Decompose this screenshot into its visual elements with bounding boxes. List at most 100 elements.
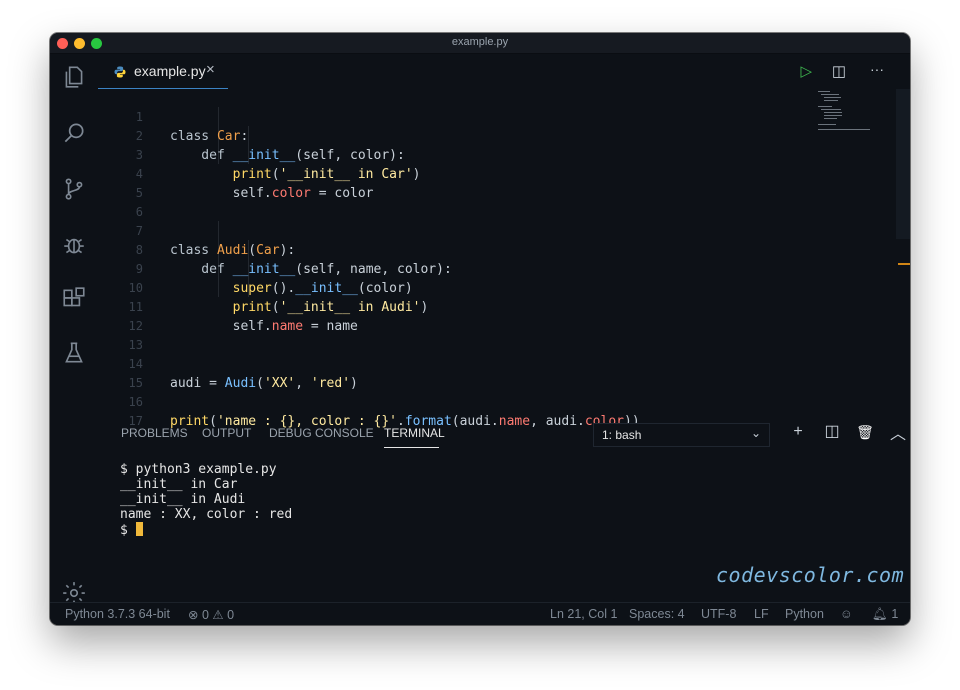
code-token: 'red'	[310, 376, 351, 391]
code-token: = name	[303, 319, 358, 334]
terminal-select-value: 1: bash	[602, 428, 642, 442]
code-line: 3 print('__init__ in Car')	[98, 127, 421, 182]
code-token: )	[412, 167, 421, 182]
language-mode[interactable]: Python	[785, 607, 824, 621]
maximize-panel-icon[interactable]: ︿	[888, 425, 908, 445]
minimap[interactable]	[818, 89, 878, 139]
code-token: color	[271, 186, 311, 201]
tab-example-py[interactable]: example.py ×	[98, 54, 228, 89]
code-token: __init__	[232, 148, 296, 163]
code-token: ().	[271, 281, 296, 296]
code-token: Audi	[224, 376, 257, 391]
title-bar: example.py	[50, 33, 910, 54]
code-token: = color	[310, 186, 374, 201]
terminal-prompt-line: $	[120, 522, 820, 538]
code-line: 9 super().__init__(color)	[98, 241, 413, 296]
code-editor[interactable]: 1 class Car: 2 def __init__(self, color)…	[98, 88, 908, 429]
code-line: 12	[98, 298, 145, 333]
feedback-smiley-icon[interactable]: ☺	[840, 607, 853, 621]
activity-bar	[50, 54, 98, 604]
tab-debug-console[interactable]: DEBUG CONSOLE	[269, 426, 374, 440]
code-token: (self, color):	[295, 148, 405, 163]
code-token: (	[271, 300, 280, 315]
code-token: audi =	[170, 376, 225, 391]
terminal[interactable]: $ python3 example.py __init__ in Car __i…	[120, 462, 820, 562]
run-icon[interactable]: ▷	[800, 62, 812, 80]
code-token: :	[240, 129, 249, 144]
code-line: 2 def __init__(self, color):	[98, 108, 405, 163]
code-line: 6	[98, 184, 145, 219]
search-icon[interactable]	[61, 120, 87, 146]
code-token: print	[232, 300, 272, 315]
code-token: Car	[256, 243, 280, 258]
indentation[interactable]: Spaces: 4	[629, 607, 685, 621]
window-title: example.py	[451, 36, 509, 48]
code-token: )	[350, 376, 358, 391]
code-line: 5	[98, 165, 145, 200]
code-line: 10 print('__init__ in Audi')	[98, 260, 429, 315]
code-line: 8 def __init__(self, name, color):	[98, 222, 452, 277]
split-terminal-icon[interactable]: ◫	[822, 422, 842, 442]
tab-label: example.py	[134, 63, 206, 79]
code-line: 14 audi = Audi('XX', 'red')	[98, 336, 358, 391]
editor-tabs: example.py × ▷ ◫ ···	[98, 54, 910, 89]
python-interpreter[interactable]: Python 3.7.3 64-bit	[65, 607, 170, 621]
tab-output[interactable]: OUTPUT	[202, 426, 251, 440]
code-token: ):	[279, 243, 296, 258]
code-token: __init__	[295, 281, 358, 296]
code-token: print	[232, 167, 272, 182]
code-token: (	[271, 167, 280, 182]
code-line: 7 class Audi(Car):	[98, 203, 295, 258]
debug-icon[interactable]	[61, 232, 87, 258]
code-line: 1 class Car:	[98, 89, 249, 144]
terminal-cursor	[135, 522, 143, 536]
code-token: (color)	[357, 281, 413, 296]
code-token: __init__	[232, 262, 296, 277]
code-token: (	[248, 243, 257, 258]
code-token: '__init__ in Audi'	[279, 300, 421, 315]
editor-scrollbar[interactable]	[896, 89, 910, 239]
active-tab-indicator	[384, 447, 439, 448]
cursor-position[interactable]: Ln 21, Col 1	[550, 607, 617, 621]
code-token: name	[271, 319, 304, 334]
tab-problems[interactable]: PROBLEMS	[121, 426, 188, 440]
chevron-down-icon: ⌄	[750, 426, 761, 440]
warning-icon: ⚠	[212, 608, 224, 622]
warning-count: 0	[227, 608, 235, 622]
code-token: 'XX'	[263, 376, 296, 391]
more-actions-icon[interactable]: ···	[870, 61, 884, 77]
end-of-line[interactable]: LF	[754, 607, 769, 621]
code-token: def	[170, 148, 233, 163]
code-token: def	[170, 262, 233, 277]
code-token: ,	[295, 376, 311, 391]
bell-icon: 🔔︎	[872, 607, 888, 621]
code-token: )	[420, 300, 429, 315]
code-line: 16 print('name : {}, color : {}'.format(…	[98, 374, 640, 429]
panel-header: PROBLEMS OUTPUT DEBUG CONSOLE TERMINAL 1…	[98, 421, 910, 457]
code-token: (self, name, color):	[295, 262, 452, 277]
files-icon[interactable]	[61, 64, 87, 90]
notification-count: 1	[891, 607, 899, 621]
error-icon: ⊗	[188, 608, 199, 622]
terminal-line: __init__ in Audi	[120, 492, 246, 507]
scrollbar-cursor-marker	[898, 263, 910, 265]
testing-icon[interactable]	[61, 340, 87, 366]
status-bar: Python 3.7.3 64-bit ⊗ 0 ⚠ 0 Ln 21, Col 1…	[50, 602, 910, 625]
code-line: 15	[98, 355, 145, 390]
code-token: class	[170, 129, 217, 144]
terminal-select[interactable]: 1: bash ⌄	[593, 423, 770, 447]
encoding[interactable]: UTF-8	[701, 607, 736, 621]
extensions-icon[interactable]	[61, 286, 87, 312]
split-editor-icon[interactable]: ◫	[832, 62, 846, 80]
code-token: Car	[216, 129, 241, 144]
source-control-icon[interactable]	[61, 176, 87, 202]
problems-status[interactable]: ⊗ 0 ⚠ 0	[188, 607, 234, 622]
new-terminal-icon[interactable]: +	[788, 422, 808, 442]
tab-terminal[interactable]: TERMINAL	[384, 426, 445, 440]
notifications[interactable]: 🔔︎ 1	[872, 607, 898, 622]
code-line: 11 self.name = name	[98, 279, 358, 334]
trash-icon[interactable]: 🗑	[855, 422, 875, 442]
close-tab-icon[interactable]: ×	[206, 61, 215, 78]
